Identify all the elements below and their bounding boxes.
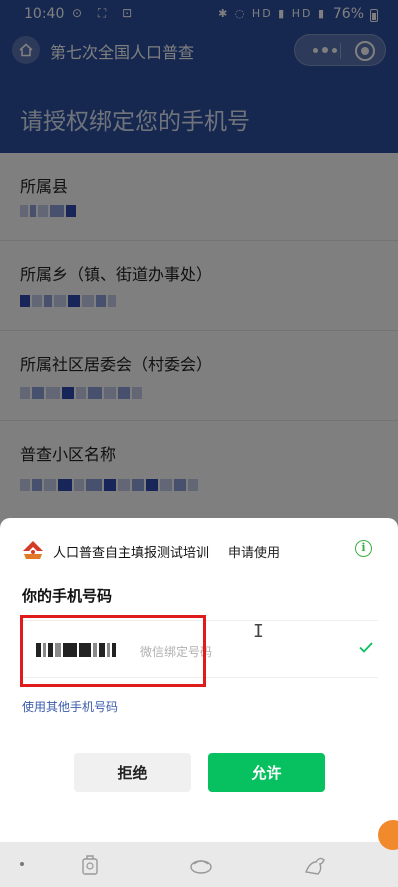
- app-name: 人口普查自主填报测试培训: [53, 546, 210, 561]
- bottom-bar: [0, 842, 398, 887]
- reject-button[interactable]: 拒绝: [74, 753, 191, 792]
- census-logo-icon: [23, 541, 43, 559]
- apply-text: 申请使用: [228, 546, 281, 561]
- phone-title: 你的手机号码: [22, 587, 113, 605]
- use-other-phone-link[interactable]: 使用其他手机号码: [22, 698, 118, 715]
- recycle-bag-icon[interactable]: [78, 852, 104, 878]
- dot-icon: [20, 862, 24, 866]
- allow-button[interactable]: 允许: [208, 753, 325, 792]
- text-cursor-icon: I: [253, 621, 264, 642]
- highlight-box: [20, 615, 206, 687]
- info-icon[interactable]: i: [355, 540, 372, 557]
- pot-icon[interactable]: [188, 852, 214, 878]
- check-icon: [359, 642, 373, 653]
- dinosaur-icon[interactable]: [302, 852, 328, 878]
